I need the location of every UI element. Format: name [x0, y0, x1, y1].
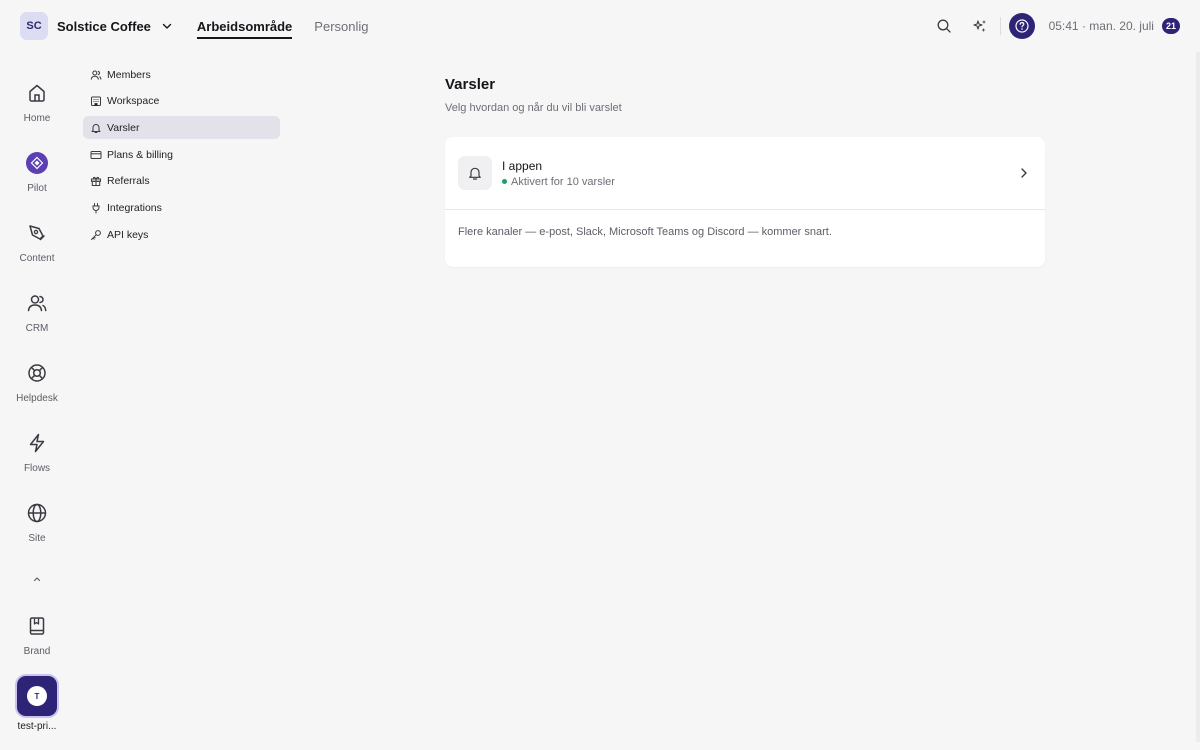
rail-user-account[interactable]: T test-pri...: [0, 676, 74, 732]
channel-status: Aktivert for 10 varsler: [502, 176, 615, 188]
rail-item-flows[interactable]: Flows: [0, 430, 74, 474]
nav-item-varsler[interactable]: Varsler: [83, 116, 280, 140]
top-bar: SC Solstice Coffee Arbeidsområde Personl…: [0, 0, 1200, 52]
divider: [999, 17, 1001, 35]
bell-icon: [90, 122, 102, 134]
search-icon[interactable]: [932, 14, 956, 38]
nav-item-label: Varsler: [107, 121, 140, 134]
nav-item-label: Integrations: [107, 201, 162, 214]
rail-item-label: Brand: [23, 646, 51, 657]
lightning-icon: [24, 430, 50, 456]
rail-item-crm[interactable]: CRM: [0, 290, 74, 334]
avatar[interactable]: T: [17, 676, 57, 716]
rail-item-brand[interactable]: Brand: [0, 613, 74, 657]
settings-nav: Members Workspace Varsler Plans & billin…: [83, 63, 280, 250]
nav-item-referrals[interactable]: Referrals: [83, 170, 280, 193]
rail-item-content[interactable]: Content: [0, 220, 74, 264]
page-subtitle: Velg hvordan og når du vil bli varslet: [445, 102, 622, 114]
rail-item-label: Home: [23, 113, 51, 124]
in-app-channel-row[interactable]: I appen Aktivert for 10 varsler: [445, 137, 1045, 210]
chevron-right-icon: [1017, 166, 1031, 180]
notification-channels-card: I appen Aktivert for 10 varsler Flere ka…: [445, 137, 1045, 267]
coming-soon-note: Flere kanaler — e-post, Slack, Microsoft…: [458, 226, 832, 238]
tab-arbeidsomrade[interactable]: Arbeidsområde: [196, 15, 293, 39]
nav-item-api-keys[interactable]: API keys: [83, 223, 280, 246]
pilot-icon: [24, 150, 50, 176]
rail-item-label: Flows: [23, 463, 51, 474]
workspace-name[interactable]: Solstice Coffee: [57, 19, 151, 34]
chevron-up-icon: [24, 566, 50, 592]
members-icon: [90, 69, 102, 81]
chevron-down-icon[interactable]: [161, 20, 173, 32]
rail-item-site[interactable]: Site: [0, 500, 74, 544]
pen-icon: [24, 220, 50, 246]
rail-item-label: Helpdesk: [16, 393, 58, 404]
page-title: Varsler: [445, 76, 496, 93]
key-icon: [90, 229, 102, 241]
notification-count-badge[interactable]: 21: [1161, 18, 1180, 34]
top-bar-actions: 05:41 · man. 20. juli 21: [932, 13, 1180, 39]
home-icon: [24, 80, 50, 106]
sparkle-icon[interactable]: [968, 14, 992, 38]
rail-item-label: Pilot: [27, 183, 47, 194]
nav-item-label: Plans & billing: [107, 148, 173, 161]
plug-icon: [90, 202, 102, 214]
rail-item-label: Content: [19, 253, 55, 264]
status-dot: [502, 179, 507, 184]
tab-personlig[interactable]: Personlig: [314, 15, 368, 38]
lifebuoy-icon: [24, 360, 50, 386]
channel-title: I appen: [502, 158, 543, 173]
book-icon: [24, 613, 50, 639]
gift-icon: [90, 175, 102, 187]
card-icon: [90, 149, 102, 161]
rail-collapse-toggle[interactable]: [0, 566, 74, 592]
nav-item-label: Referrals: [107, 175, 150, 188]
building-icon: [90, 95, 102, 107]
users-icon: [24, 290, 50, 316]
rail-item-label: CRM: [25, 323, 49, 334]
nav-item-label: Members: [107, 68, 151, 81]
workspace-avatar[interactable]: SC: [20, 12, 48, 40]
rail-item-home[interactable]: Home: [0, 80, 74, 124]
channel-status-text: Aktivert for 10 varsler: [511, 175, 615, 188]
clock-readout: 05:41 · man. 20. juli: [1048, 19, 1154, 33]
app-rail: Home Pilot Content CRM Helpdesk Flows Si…: [0, 60, 74, 750]
scrollbar[interactable]: [1196, 52, 1200, 742]
nav-item-integrations[interactable]: Integrations: [83, 196, 280, 219]
rail-item-label: Site: [28, 533, 46, 544]
user-label: test-pri...: [17, 721, 57, 732]
channel-text: I appen Aktivert for 10 varsler: [502, 159, 615, 188]
nav-item-label: API keys: [107, 228, 149, 241]
avatar-initial: T: [27, 686, 47, 706]
nav-item-workspace[interactable]: Workspace: [83, 90, 280, 113]
nav-item-plans-billing[interactable]: Plans & billing: [83, 143, 280, 166]
rail-item-helpdesk[interactable]: Helpdesk: [0, 360, 74, 404]
nav-item-label: Workspace: [107, 95, 160, 108]
nav-item-members[interactable]: Members: [83, 63, 280, 86]
help-icon[interactable]: [1008, 13, 1035, 39]
bell-icon: [458, 156, 492, 190]
globe-icon: [24, 500, 50, 526]
rail-item-pilot[interactable]: Pilot: [0, 150, 74, 194]
